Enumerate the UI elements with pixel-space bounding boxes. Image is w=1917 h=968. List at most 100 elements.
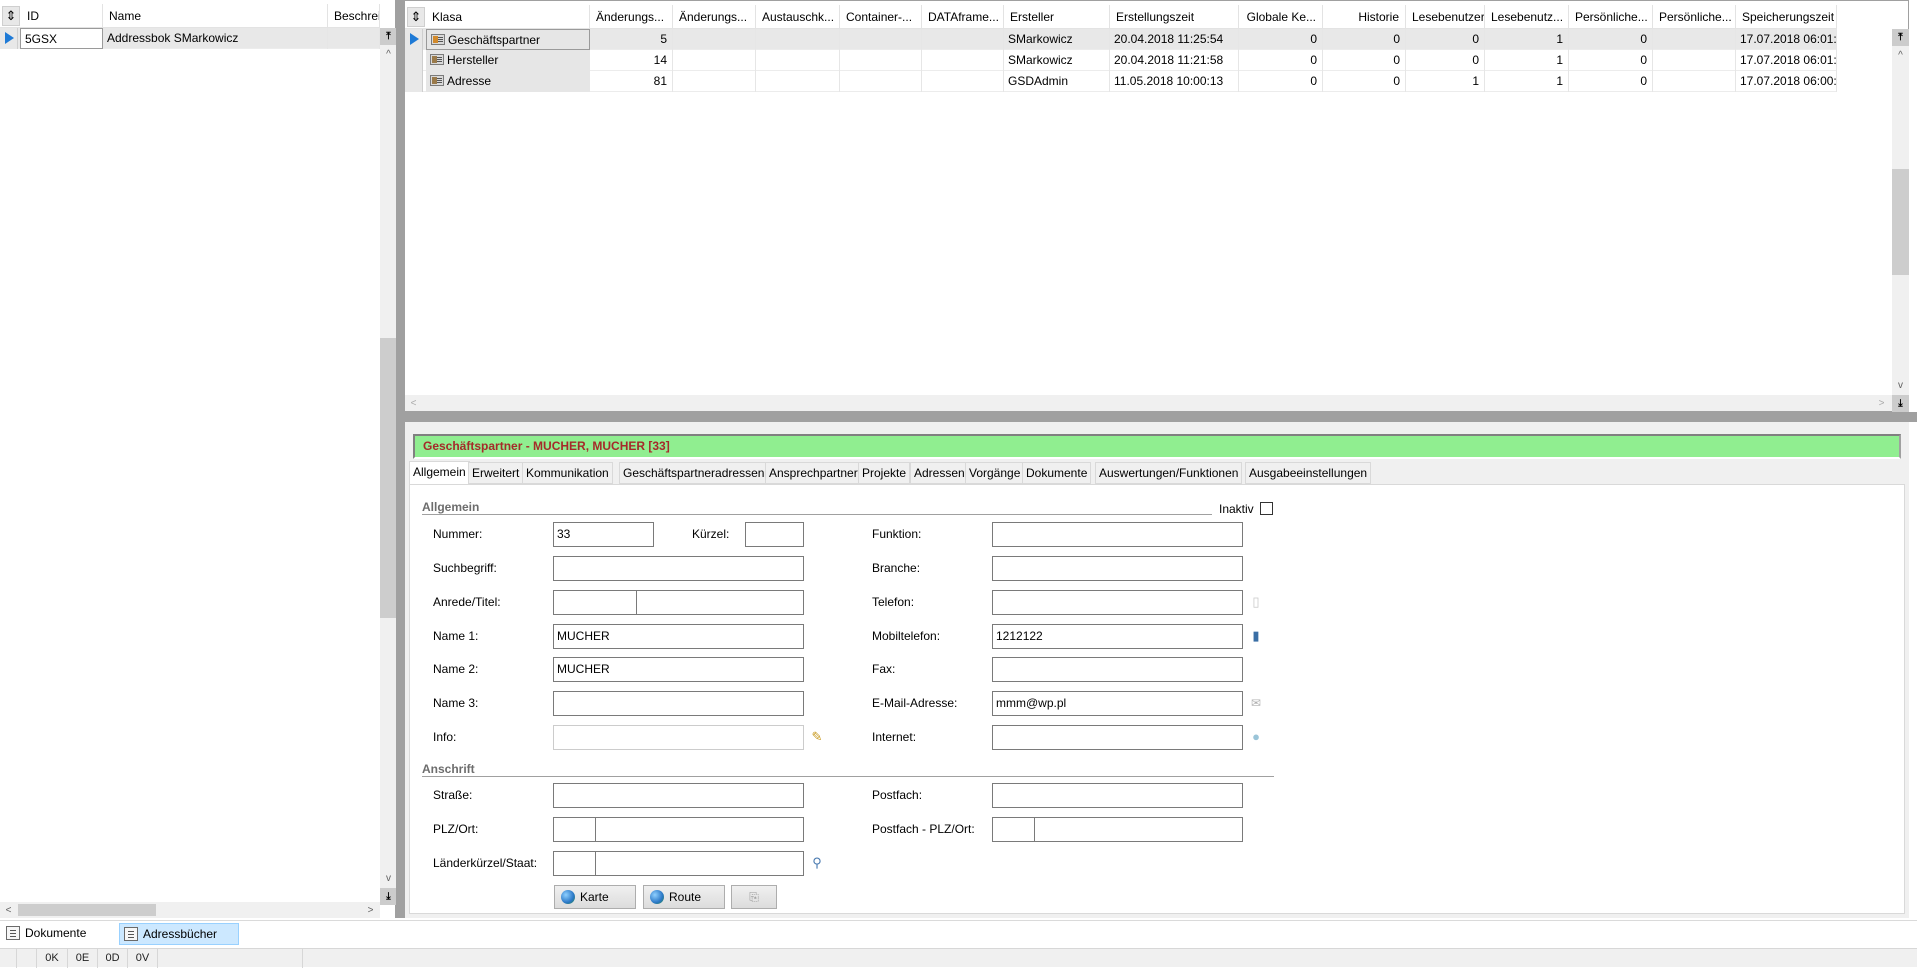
tab-projekte[interactable]: Projekte xyxy=(858,462,911,484)
tab-kommunikation[interactable]: Kommunikation xyxy=(522,462,613,484)
name3-field[interactable] xyxy=(553,691,804,716)
tab-erweitert[interactable]: Erweitert xyxy=(468,462,524,484)
column-header-ersteller[interactable]: Ersteller xyxy=(1004,5,1110,29)
name1-field[interactable]: MUCHER xyxy=(553,624,804,649)
tab-vorgaenge[interactable]: Vorgänge xyxy=(965,462,1025,484)
cell-austausch[interactable] xyxy=(756,29,840,50)
column-header-historie[interactable]: Historie xyxy=(1323,5,1406,29)
cell-speicherungszeit[interactable]: 17.07.2018 06:01:08 xyxy=(1736,50,1837,71)
cell-klasse[interactable]: Hersteller xyxy=(426,50,590,71)
cell-aenderung-2[interactable] xyxy=(673,29,756,50)
cell-historie[interactable]: 0 xyxy=(1323,29,1406,50)
cell-erstellungszeit[interactable]: 20.04.2018 11:21:58 xyxy=(1110,50,1239,71)
vertical-splitter[interactable] xyxy=(396,0,404,918)
ort-field[interactable] xyxy=(595,817,804,842)
cell-globale[interactable]: 0 xyxy=(1239,29,1323,50)
cell-lesebenutzer[interactable]: 0 xyxy=(1406,29,1485,50)
cell-austausch[interactable] xyxy=(756,71,840,92)
nummer-field[interactable]: 33 xyxy=(553,522,654,547)
cell-persoenlich-2[interactable] xyxy=(1653,29,1736,50)
cell-aenderung-1[interactable]: 5 xyxy=(590,29,673,50)
column-header-erstellungszeit[interactable]: Erstellungszeit xyxy=(1110,5,1239,29)
cell-speicherungszeit[interactable]: 17.07.2018 06:01:08 xyxy=(1736,29,1837,50)
staat-field[interactable] xyxy=(595,851,804,876)
tab-ansprechpartner[interactable]: Ansprechpartner xyxy=(765,462,862,484)
column-header-speicherungszeit[interactable]: Speicherungszeit xyxy=(1736,5,1837,29)
class-row[interactable]: Geschäftspartner 5 SMarkowicz 20.04.2018 11… xyxy=(405,29,1837,50)
left-vertical-scrollbar[interactable]: ⤒ ^ v ⤓ xyxy=(380,28,397,905)
class-row[interactable]: Hersteller 14 SMarkowicz 20.04.2018 11:21:5… xyxy=(405,50,1837,71)
cell-dataframe[interactable] xyxy=(922,50,1004,71)
horizontal-scrollbar-thumb[interactable] xyxy=(18,904,156,916)
column-header-aenderung-2[interactable]: Änderungs... xyxy=(673,5,756,29)
tab-adressen[interactable]: Adressen xyxy=(910,462,969,484)
class-row[interactable]: Adresse 81 GSDAdmin 11.05.2018 10:00:13 0 0 1 1… xyxy=(405,71,1837,92)
cell-persoenlich-1[interactable]: 0 xyxy=(1569,29,1653,50)
tab-ausgabeeinstellungen[interactable]: Ausgabeeinstellungen xyxy=(1245,462,1372,484)
postfach-ort-field[interactable] xyxy=(1034,817,1243,842)
column-header-container[interactable]: Container-... xyxy=(840,5,922,29)
email-envelope-icon[interactable]: ✉ xyxy=(1249,694,1263,712)
scroll-down-button[interactable]: v xyxy=(1892,377,1909,394)
scroll-right-button[interactable]: > xyxy=(1873,395,1890,412)
scroll-left-button[interactable]: < xyxy=(0,902,17,919)
tab-dokumente[interactable]: Dokumente xyxy=(1022,462,1092,484)
internet-field[interactable] xyxy=(992,725,1243,750)
funktion-field[interactable] xyxy=(992,522,1243,547)
edit-pencil-icon[interactable]: ✎ xyxy=(810,728,824,746)
scroll-to-top-button[interactable]: ⤒ xyxy=(1892,29,1909,46)
cell-aenderung-2[interactable] xyxy=(673,50,756,71)
column-header-dataframe[interactable]: DATAframe... xyxy=(922,5,1004,29)
cell-id[interactable]: 5GSX xyxy=(20,28,103,49)
fax-field[interactable] xyxy=(992,657,1243,682)
email-field[interactable]: mmm@wp.pl xyxy=(992,691,1243,716)
column-header-klasse[interactable]: Klasa xyxy=(426,5,590,29)
cell-beschreibung[interactable] xyxy=(328,28,380,49)
cell-name[interactable]: Addressbok SMarkowicz xyxy=(103,28,328,49)
laenderkuerzel-field[interactable] xyxy=(553,851,596,876)
cell-lesebenutzer[interactable]: 1 xyxy=(1406,71,1485,92)
anrede-field[interactable] xyxy=(553,590,637,615)
copy-address-button[interactable]: ⎘ xyxy=(731,885,777,909)
info-field[interactable] xyxy=(553,725,804,750)
scroll-up-button[interactable]: ^ xyxy=(1892,47,1909,64)
column-header-austausch[interactable]: Austauschk... xyxy=(756,5,840,29)
tab-auswertungen-funktionen[interactable]: Auswertungen/Funktionen xyxy=(1095,462,1243,484)
cell-austausch[interactable] xyxy=(756,50,840,71)
scroll-up-button[interactable]: ^ xyxy=(380,46,397,63)
phone-icon[interactable]: ▯ xyxy=(1249,593,1263,611)
route-button[interactable]: Route xyxy=(643,885,725,909)
row-indicator[interactable] xyxy=(0,28,18,49)
cell-dataframe[interactable] xyxy=(922,29,1004,50)
cell-klasse[interactable]: Geschäftspartner xyxy=(426,29,590,50)
mobile-phone-icon[interactable]: ▮ xyxy=(1249,627,1263,645)
cell-lesebenutzer-2[interactable]: 1 xyxy=(1485,71,1569,92)
column-header-persoenlich-2[interactable]: Persönliche... xyxy=(1653,5,1736,29)
titel-field[interactable] xyxy=(636,590,804,615)
branche-field[interactable] xyxy=(992,556,1243,581)
cell-historie[interactable]: 0 xyxy=(1323,50,1406,71)
mobiltelefon-field[interactable]: 1212122 xyxy=(992,624,1243,649)
column-header-beschreibung[interactable]: Beschreibun xyxy=(328,4,380,28)
cell-speicherungszeit[interactable]: 17.07.2018 06:00:40 xyxy=(1736,71,1837,92)
scroll-right-button[interactable]: > xyxy=(362,902,379,919)
left-horizontal-scrollbar[interactable]: < > xyxy=(0,902,380,918)
cell-aenderung-2[interactable] xyxy=(673,71,756,92)
column-header-name[interactable]: Name xyxy=(103,4,328,28)
cell-persoenlich-2[interactable] xyxy=(1653,50,1736,71)
cell-aenderung-1[interactable]: 14 xyxy=(590,50,673,71)
class-grid-horizontal-scrollbar[interactable]: < > xyxy=(405,395,1892,411)
row-indicator[interactable] xyxy=(405,29,423,50)
inaktiv-checkbox[interactable] xyxy=(1260,502,1273,515)
scroll-to-bottom-button[interactable]: ⤓ xyxy=(380,888,397,905)
cell-erstellungszeit[interactable]: 20.04.2018 11:25:54 xyxy=(1110,29,1239,50)
karte-button[interactable]: Karte xyxy=(554,885,636,909)
column-header-persoenlich-1[interactable]: Persönliche... xyxy=(1569,5,1653,29)
cell-ersteller[interactable]: GSDAdmin xyxy=(1004,71,1110,92)
cell-globale[interactable]: 0 xyxy=(1239,71,1323,92)
column-header-id[interactable]: ID xyxy=(21,4,103,28)
cell-ersteller[interactable]: SMarkowicz xyxy=(1004,29,1110,50)
cell-klasse[interactable]: Adresse xyxy=(426,71,590,92)
cell-container[interactable] xyxy=(840,29,922,50)
scrollbar-thumb[interactable] xyxy=(380,338,397,618)
